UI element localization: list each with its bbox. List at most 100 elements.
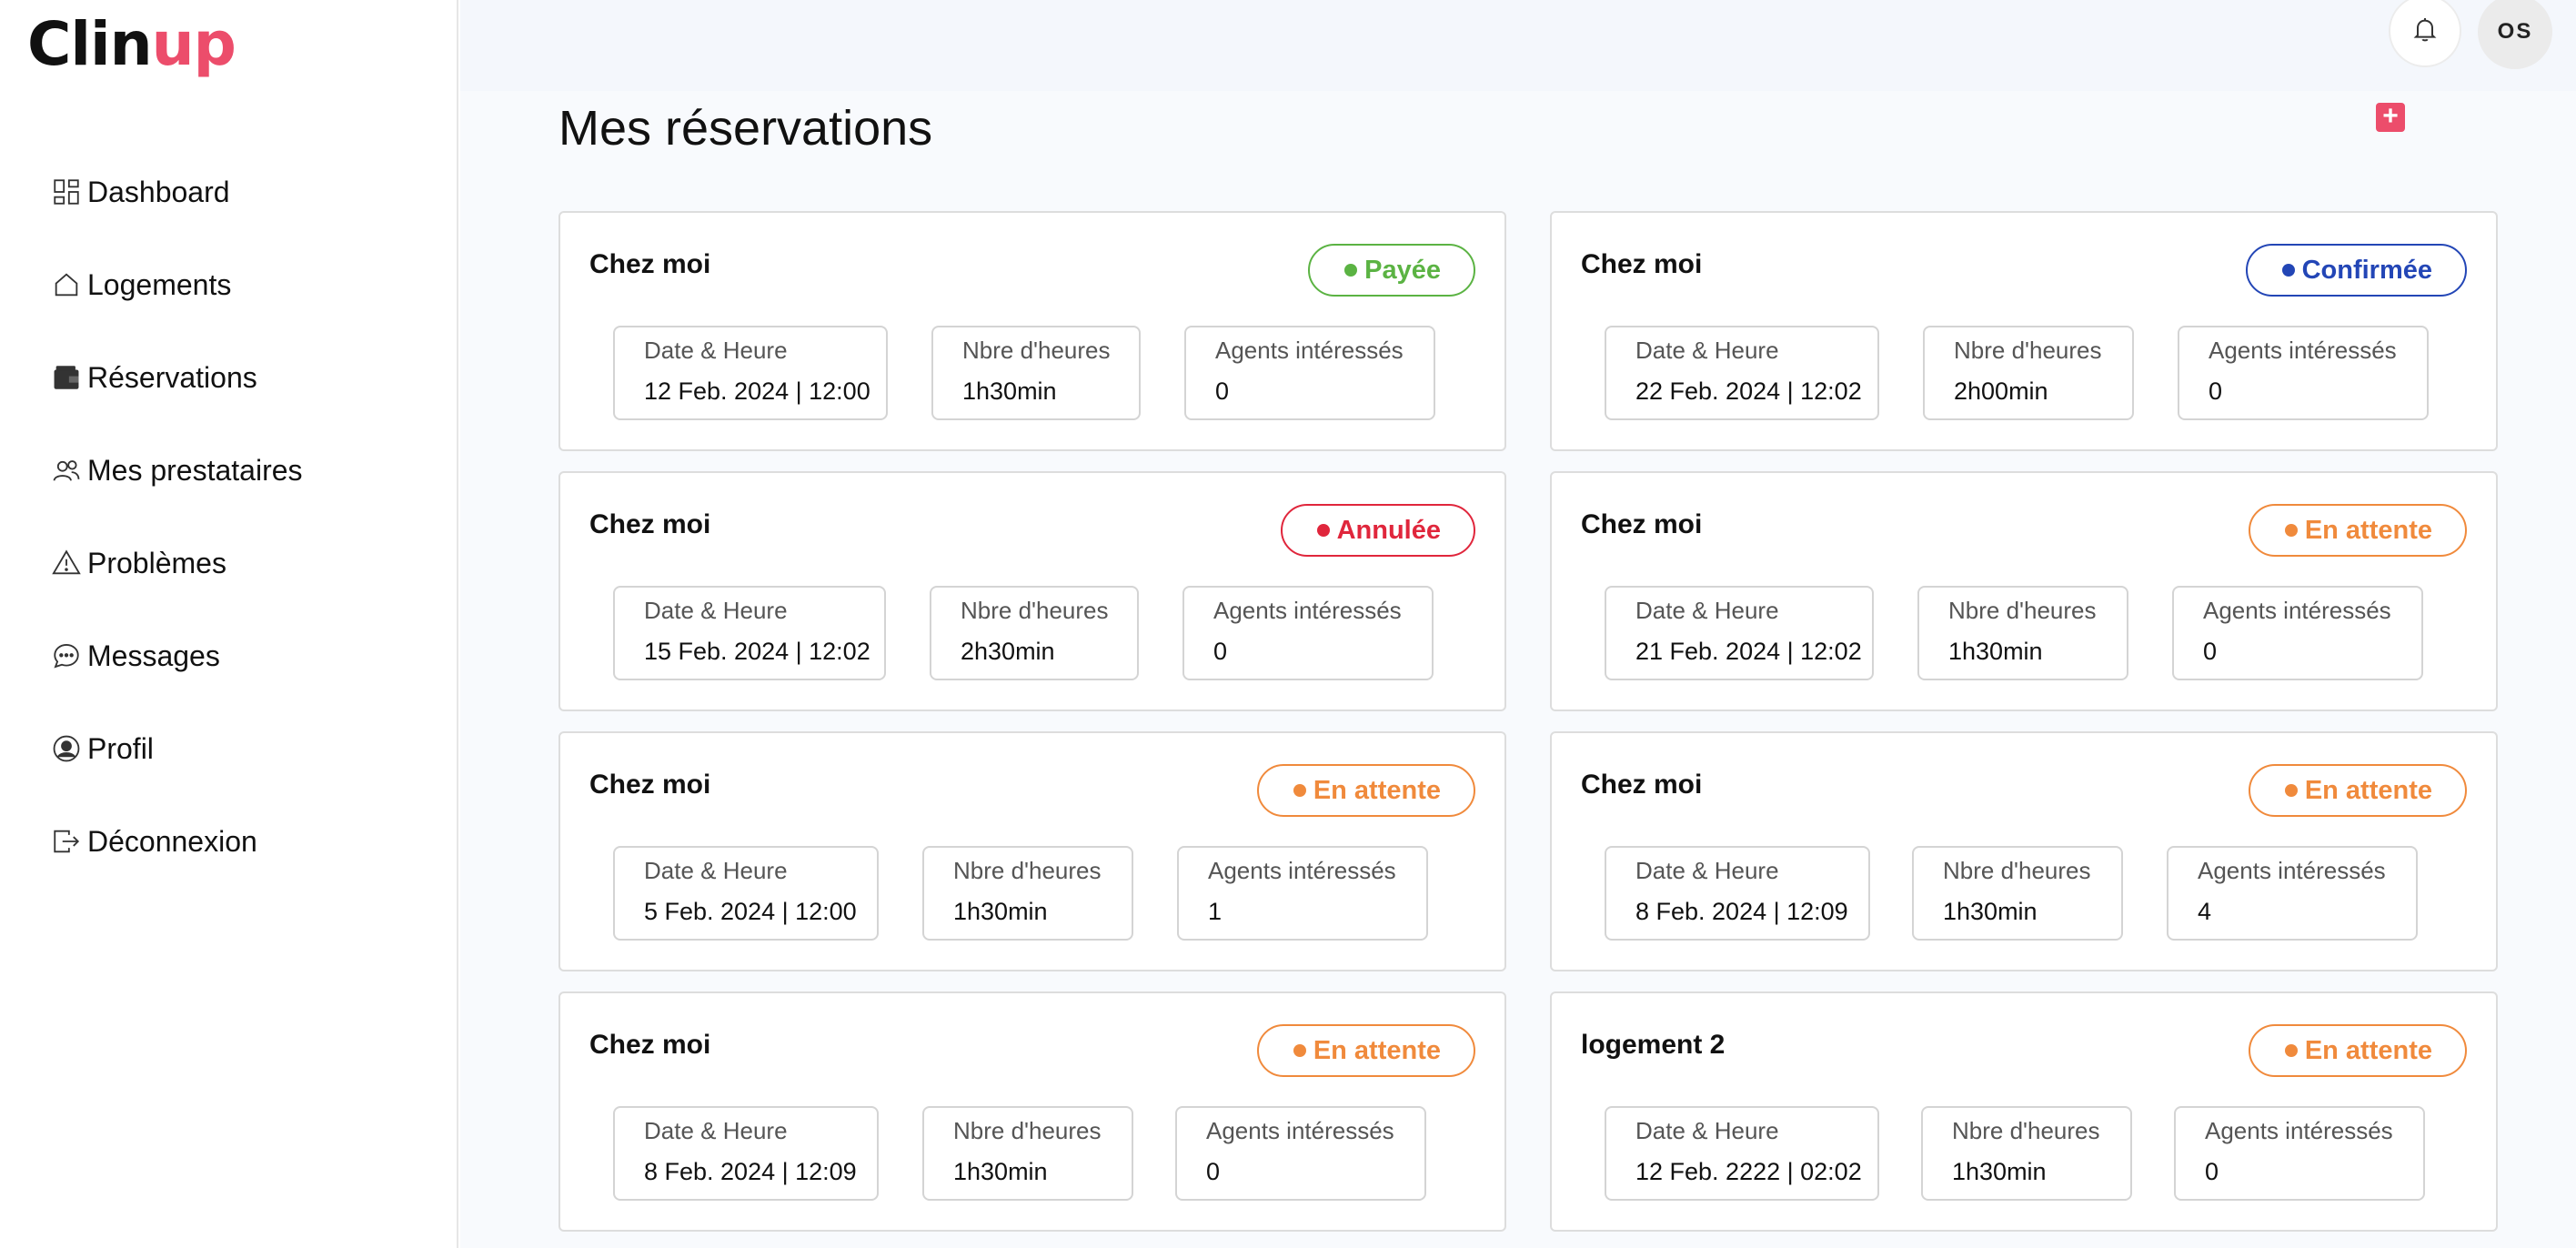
add-reservation-button[interactable]: + bbox=[2376, 103, 2405, 132]
status-dot bbox=[2284, 1044, 2298, 1057]
sidebar-item-deconnexion[interactable]: Déconnexion bbox=[51, 795, 303, 888]
reservation-card[interactable]: Chez moi En attente Date & Heure 21 Feb. … bbox=[1550, 471, 2498, 711]
sidebar-item-prestataires[interactable]: Mes prestataires bbox=[51, 424, 303, 517]
status-dot bbox=[1293, 784, 1306, 797]
hours-field: Nbre d'heures 1h30min bbox=[931, 326, 1141, 420]
date-field: Date & Heure 21 Feb. 2024 | 12:02 bbox=[1605, 586, 1874, 680]
agents-field: Agents intéressés 0 bbox=[1184, 326, 1435, 420]
agents-field: Agents intéressés 0 bbox=[2178, 326, 2429, 420]
reservation-card[interactable]: Chez moi En attente Date & Heure 5 Feb. 2… bbox=[558, 731, 1506, 971]
agents-label: Agents intéressés bbox=[2198, 857, 2386, 884]
agents-label: Agents intéressés bbox=[2203, 597, 2391, 624]
agents-field: Agents intéressés 0 bbox=[1182, 586, 1434, 680]
top-bar: OS bbox=[460, 0, 2576, 91]
notifications-button[interactable] bbox=[2389, 0, 2461, 67]
property-name: Chez moi bbox=[1581, 249, 1703, 279]
hours-field: Nbre d'heures 1h30min bbox=[922, 1106, 1133, 1201]
status-badge: Confirmée bbox=[2245, 244, 2467, 297]
sidebar-item-label: Messages bbox=[87, 639, 220, 672]
hours-label: Nbre d'heures bbox=[953, 857, 1102, 884]
status-badge: En attente bbox=[1256, 764, 1475, 817]
reservation-card[interactable]: Chez moi Payée Date & Heure 12 Feb. 2024 … bbox=[558, 211, 1506, 451]
agents-value: 0 bbox=[1213, 638, 1228, 665]
status-label: En attente bbox=[2304, 775, 2432, 805]
date-field: Date & Heure 12 Feb. 2222 | 02:02 bbox=[1605, 1106, 1879, 1201]
hours-field: Nbre d'heures 1h30min bbox=[922, 846, 1133, 941]
hours-field: Nbre d'heures 2h30min bbox=[930, 586, 1139, 680]
date-value: 22 Feb. 2024 | 12:02 bbox=[1635, 377, 1862, 405]
sidebar-item-label: Réservations bbox=[87, 360, 257, 394]
warning-icon bbox=[51, 548, 82, 579]
date-value: 5 Feb. 2024 | 12:00 bbox=[644, 898, 857, 925]
status-dot bbox=[1344, 264, 1358, 277]
hours-value: 1h30min bbox=[1952, 1158, 2047, 1185]
sidebar-item-problemes[interactable]: Problèmes bbox=[51, 517, 303, 609]
sidebar-item-profil[interactable]: Profil bbox=[51, 702, 303, 795]
property-name: Chez moi bbox=[589, 1030, 711, 1060]
page-title: Mes réservations bbox=[558, 101, 933, 156]
status-label: En attente bbox=[2304, 1035, 2432, 1065]
status-badge: En attente bbox=[2248, 504, 2467, 557]
date-value: 8 Feb. 2024 | 12:09 bbox=[644, 1158, 857, 1185]
hours-value: 1h30min bbox=[962, 377, 1057, 405]
status-label: En attente bbox=[1313, 1035, 1441, 1065]
hours-value: 1h30min bbox=[953, 898, 1048, 925]
hours-field: Nbre d'heures 1h30min bbox=[1912, 846, 2123, 941]
reservation-card[interactable]: Chez moi En attente Date & Heure 8 Feb. 2… bbox=[1550, 731, 2498, 971]
agents-label: Agents intéressés bbox=[1206, 1117, 1394, 1144]
agents-value: 0 bbox=[1215, 377, 1230, 405]
date-label: Date & Heure bbox=[644, 597, 788, 624]
hours-label: Nbre d'heures bbox=[1948, 597, 2097, 624]
agents-field: Agents intéressés 4 bbox=[2167, 846, 2418, 941]
property-name: Chez moi bbox=[589, 509, 711, 539]
hours-value: 2h30min bbox=[961, 638, 1055, 665]
agents-label: Agents intéressés bbox=[2205, 1117, 2393, 1144]
agents-field: Agents intéressés 0 bbox=[1175, 1106, 1426, 1201]
sidebar-item-reservations[interactable]: Réservations bbox=[51, 331, 303, 424]
main-content: OS Mes réservations + Chez moi Payée Dat… bbox=[460, 0, 2576, 1248]
sidebar-item-label: Déconnexion bbox=[87, 824, 257, 858]
reservation-card[interactable]: Chez moi Confirmée Date & Heure 22 Feb. 2… bbox=[1550, 211, 2498, 451]
sidebar-item-dashboard[interactable]: Dashboard bbox=[51, 146, 303, 238]
hours-label: Nbre d'heures bbox=[1952, 1117, 2100, 1144]
date-value: 12 Feb. 2024 | 12:00 bbox=[644, 377, 870, 405]
agents-value: 1 bbox=[1208, 898, 1223, 925]
status-label: En attente bbox=[2304, 515, 2432, 545]
clinup-logo[interactable]: Clinup bbox=[27, 15, 236, 75]
sidebar-item-logements[interactable]: Logements bbox=[51, 238, 303, 331]
sidebar-item-label: Profil bbox=[87, 731, 154, 765]
sidebar-item-label: Mes prestataires bbox=[87, 453, 303, 487]
agents-label: Agents intéressés bbox=[1208, 857, 1396, 884]
date-field: Date & Heure 12 Feb. 2024 | 12:00 bbox=[613, 326, 888, 420]
agents-field: Agents intéressés 0 bbox=[2174, 1106, 2425, 1201]
sidebar-item-messages[interactable]: Messages bbox=[51, 609, 303, 702]
agents-value: 0 bbox=[1206, 1158, 1221, 1185]
date-field: Date & Heure 8 Feb. 2024 | 12:09 bbox=[613, 1106, 879, 1201]
status-badge: En attente bbox=[2248, 764, 2467, 817]
date-label: Date & Heure bbox=[644, 337, 788, 364]
home-icon bbox=[51, 269, 82, 300]
sidebar-item-label: Problèmes bbox=[87, 546, 226, 579]
sidebar-item-label: Dashboard bbox=[87, 175, 230, 208]
reservation-card[interactable]: Chez moi Annulée Date & Heure 15 Feb. 202… bbox=[558, 471, 1506, 711]
agents-label: Agents intéressés bbox=[1215, 337, 1404, 364]
agents-value: 0 bbox=[2203, 638, 2218, 665]
hours-label: Nbre d'heures bbox=[961, 597, 1109, 624]
agents-value: 4 bbox=[2198, 898, 2212, 925]
property-name: Chez moi bbox=[1581, 509, 1703, 539]
status-badge: En attente bbox=[1256, 1024, 1475, 1077]
bell-icon bbox=[2410, 15, 2440, 48]
avatar[interactable]: OS bbox=[2478, 0, 2552, 69]
hours-field: Nbre d'heures 2h00min bbox=[1923, 326, 2134, 420]
status-dot bbox=[1293, 1044, 1306, 1057]
date-value: 15 Feb. 2024 | 12:02 bbox=[644, 638, 870, 665]
hours-label: Nbre d'heures bbox=[962, 337, 1111, 364]
date-value: 8 Feb. 2024 | 12:09 bbox=[1635, 898, 1848, 925]
reservation-card[interactable]: logement 2 En attente Date & Heure 12 Feb… bbox=[1550, 991, 2498, 1232]
sidebar-item-label: Logements bbox=[87, 267, 232, 301]
reservation-card[interactable]: Chez moi En attente Date & Heure 8 Feb. 2… bbox=[558, 991, 1506, 1232]
wallet-icon bbox=[51, 362, 82, 393]
date-value: 21 Feb. 2024 | 12:02 bbox=[1635, 638, 1862, 665]
date-label: Date & Heure bbox=[1635, 857, 1779, 884]
status-badge: Payée bbox=[1308, 244, 1475, 297]
